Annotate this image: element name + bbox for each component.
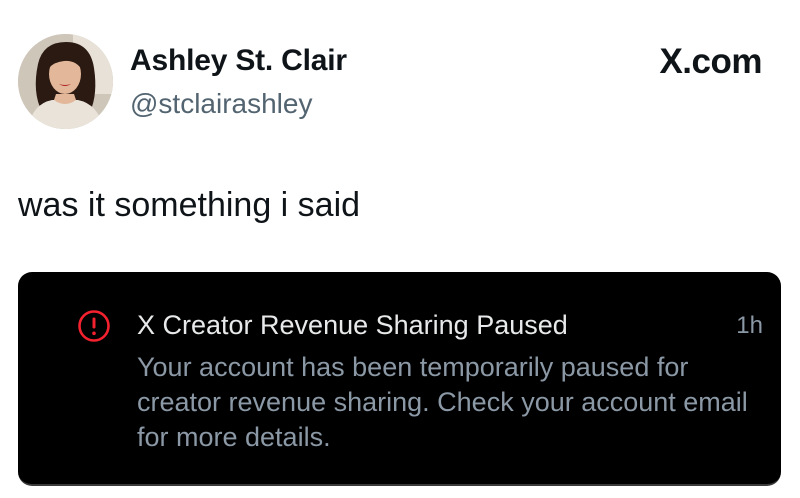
tweet-text: was it something i said [18, 186, 361, 224]
author-display-name[interactable]: Ashley St. Clair [130, 44, 347, 78]
author-handle[interactable]: @stclairashley [130, 88, 312, 120]
notification-timestamp: 1h [736, 312, 763, 339]
notification-card[interactable]: X Creator Revenue Sharing Paused 1h Your… [18, 272, 781, 486]
notification-body: Your account has been temporarily paused… [137, 352, 748, 452]
alert-circle-icon [77, 309, 111, 343]
brand-watermark: X.com [659, 42, 762, 81]
notification-title: X Creator Revenue Sharing Paused [137, 310, 568, 340]
avatar[interactable] [18, 34, 113, 129]
